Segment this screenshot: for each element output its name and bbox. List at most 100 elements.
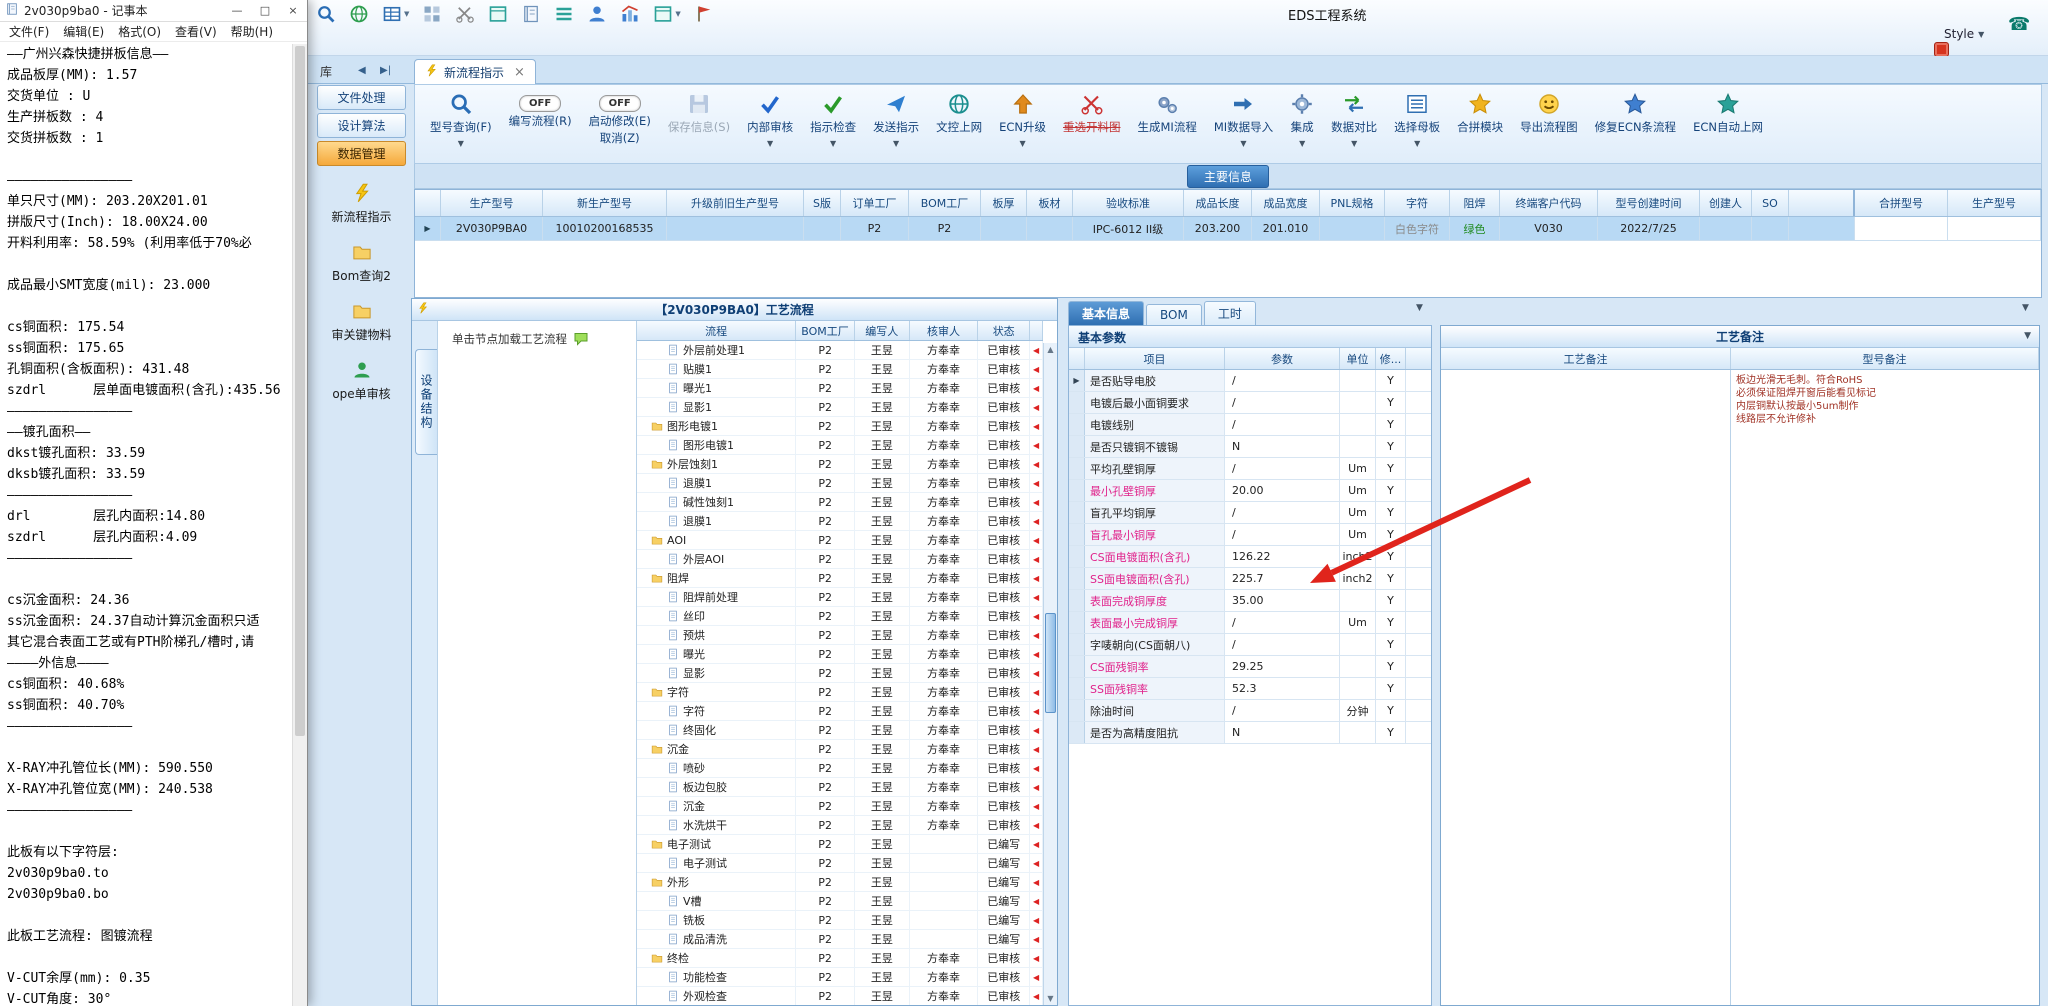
process-tree-row[interactable]: 阻焊前处理 P2 王昱 方奉幸 已审核 ◀: [637, 588, 1043, 607]
process-tree-row[interactable]: 字符 P2 王昱 方奉幸 已审核 ◀: [637, 702, 1043, 721]
dropdown-icon[interactable]: ▼: [404, 10, 409, 18]
dropdown-icon[interactable]: ▼: [767, 139, 773, 148]
board-icon[interactable]: ▼: [653, 4, 681, 24]
process-tree-row[interactable]: 电子测试 P2 王昱 已编写 ◀: [637, 854, 1043, 873]
column-header[interactable]: 核审人: [910, 321, 979, 340]
param-value[interactable]: /: [1225, 524, 1340, 545]
param-value[interactable]: /: [1225, 612, 1340, 633]
param-row[interactable]: 盲孔最小铜厚 / Um Y: [1069, 524, 1431, 546]
menu-lines-icon[interactable]: [554, 4, 574, 24]
toolbar-button[interactable]: OFF 启动修改(E) 取消(Z): [582, 89, 658, 147]
globe-icon[interactable]: [349, 4, 369, 24]
menu-item[interactable]: 帮助(H): [224, 22, 280, 41]
column-header[interactable]: 参数: [1225, 348, 1340, 369]
flag-icon[interactable]: [694, 4, 714, 24]
tab-scroll-left-icon[interactable]: ◀: [358, 65, 366, 76]
nav-button[interactable]: 文件处理: [317, 85, 406, 110]
chart-icon[interactable]: [620, 4, 640, 24]
maximize-button[interactable]: □: [251, 0, 279, 22]
toolbar-button[interactable]: 型号查询(F) ▼: [423, 89, 499, 149]
process-tree-row[interactable]: V槽 P2 王昱 已编写 ◀: [637, 892, 1043, 911]
column-header[interactable]: SO: [1752, 190, 1789, 216]
dropdown-icon[interactable]: ▼: [1019, 139, 1025, 148]
process-tree-row[interactable]: 外层AOI P2 王昱 方奉幸 已审核 ◀: [637, 550, 1043, 569]
dropdown-icon[interactable]: ▼: [893, 139, 899, 148]
dropdown-icon[interactable]: ▼: [1351, 139, 1357, 148]
toolbar-button[interactable]: 修复ECN条流程: [1588, 89, 1683, 136]
column-header[interactable]: 新生产型号: [543, 190, 667, 216]
toolbar-button[interactable]: MI数据导入 ▼: [1207, 89, 1280, 149]
dropdown-icon[interactable]: ▼: [830, 139, 836, 148]
param-value[interactable]: /: [1225, 392, 1340, 413]
toolbar-button[interactable]: ECN升级 ▼: [992, 89, 1053, 149]
process-tree-row[interactable]: 贴膜1 P2 王昱 方奉幸 已审核 ◀: [637, 360, 1043, 379]
toolbar-button[interactable]: ECN自动上网: [1686, 89, 1770, 136]
column-header[interactable]: 编写人: [855, 321, 910, 340]
user-icon[interactable]: [587, 4, 607, 24]
column-header[interactable]: 板材: [1027, 190, 1073, 216]
style-dropdown[interactable]: Style ▼: [1944, 27, 1984, 41]
tab-new-process[interactable]: 新流程指示 ×: [414, 59, 536, 84]
toolbar-button[interactable]: 选择母板 ▼: [1387, 89, 1447, 149]
column-header[interactable]: 状态: [978, 321, 1031, 340]
search-icon[interactable]: [316, 4, 336, 24]
process-tree-row[interactable]: 铣板 P2 王昱 已编写 ◀: [637, 911, 1043, 930]
param-row[interactable]: 最小孔壁铜厚 20.00 Um Y: [1069, 480, 1431, 502]
process-tree-row[interactable]: 终固化 P2 王昱 方奉幸 已审核 ◀: [637, 721, 1043, 740]
detail-tab[interactable]: BOM: [1146, 304, 1202, 325]
detail-tab[interactable]: 基本信息: [1068, 301, 1145, 325]
toolbar-button[interactable]: 发送指示 ▼: [866, 89, 926, 149]
param-row[interactable]: ▶ 是否贴导电胶 / Y: [1069, 370, 1431, 392]
column-header[interactable]: 修...: [1376, 348, 1406, 369]
scissors-icon[interactable]: [455, 4, 475, 24]
column-header[interactable]: S版: [804, 190, 841, 216]
param-value[interactable]: 20.00: [1225, 480, 1340, 501]
column-header[interactable]: 生产型号: [441, 190, 543, 216]
column-header[interactable]: 成品长度: [1184, 190, 1252, 216]
process-tree-row[interactable]: 外形 P2 王昱 已编写 ◀: [637, 873, 1043, 892]
process-tree-row[interactable]: 曝光 P2 王昱 方奉幸 已审核 ◀: [637, 645, 1043, 664]
menu-item[interactable]: 文件(F): [2, 22, 56, 41]
dropdown-icon[interactable]: ▼: [1240, 139, 1246, 148]
detail-tab[interactable]: 工时: [1203, 301, 1256, 325]
off-toggle[interactable]: OFF: [519, 95, 562, 112]
dropdown-icon[interactable]: ▼: [458, 139, 464, 148]
process-tree-row[interactable]: 退膜1 P2 王昱 方奉幸 已审核 ◀: [637, 512, 1043, 531]
process-tree-row[interactable]: 图形电镀1 P2 王昱 方奉幸 已审核 ◀: [637, 417, 1043, 436]
column-header[interactable]: 字符: [1385, 190, 1450, 216]
tree-scrollbar[interactable]: ▲ ▼: [1043, 343, 1057, 1005]
process-tree-row[interactable]: 碱性蚀刻1 P2 王昱 方奉幸 已审核 ◀: [637, 493, 1043, 512]
nav-item[interactable]: 审关键物料: [313, 301, 410, 343]
process-tree-row[interactable]: 终检 P2 王昱 方奉幸 已审核 ◀: [637, 949, 1043, 968]
toolbar-button-label2[interactable]: 取消(Z): [600, 130, 640, 146]
process-tree-row[interactable]: AOI P2 王昱 方奉幸 已审核 ◀: [637, 531, 1043, 550]
scroll-down-icon[interactable]: ▼: [1044, 992, 1057, 1005]
tab-device-structure[interactable]: 设备结构: [415, 349, 437, 455]
column-header[interactable]: 项目: [1085, 348, 1225, 369]
param-row[interactable]: 盲孔平均铜厚 / Um Y: [1069, 502, 1431, 524]
toolbar-button[interactable]: OFF 编写流程(R): [502, 89, 579, 130]
param-value[interactable]: 126.22: [1225, 546, 1340, 567]
column-header[interactable]: BOM工厂: [796, 321, 855, 340]
process-hint-area[interactable]: 单击节点加载工艺流程: [438, 321, 637, 1005]
column-header[interactable]: 板厚: [981, 190, 1027, 216]
column-header[interactable]: [415, 190, 441, 216]
process-tree-row[interactable]: 字符 P2 王昱 方奉幸 已审核 ◀: [637, 683, 1043, 702]
process-tree-row[interactable]: 外层蚀刻1 P2 王昱 方奉幸 已审核 ◀: [637, 455, 1043, 474]
toolbar-button[interactable]: 生成MI流程: [1131, 89, 1204, 136]
param-value[interactable]: /: [1225, 634, 1340, 655]
column-header[interactable]: 型号创建时间: [1598, 190, 1700, 216]
scrollbar-thumb[interactable]: [295, 46, 305, 736]
process-tree-row[interactable]: 板边包胶 P2 王昱 方奉幸 已审核 ◀: [637, 778, 1043, 797]
process-tree-row[interactable]: 喷砂 P2 王昱 方奉幸 已审核 ◀: [637, 759, 1043, 778]
menu-item[interactable]: 格式(O): [111, 22, 168, 41]
column-header[interactable]: 阻焊: [1450, 190, 1500, 216]
nav-item[interactable]: 新流程指示: [313, 183, 410, 225]
close-button[interactable]: ×: [279, 0, 307, 22]
param-row[interactable]: 平均孔壁铜厚 / Um Y: [1069, 458, 1431, 480]
process-tree-row[interactable]: 功能检查 P2 王昱 方奉幸 已审核 ◀: [637, 968, 1043, 987]
nav-button[interactable]: 设计算法: [317, 113, 406, 138]
toolbar-button[interactable]: 文控上网: [929, 89, 989, 136]
process-tree-row[interactable]: 退膜1 P2 王昱 方奉幸 已审核 ◀: [637, 474, 1043, 493]
record-icon[interactable]: [1934, 42, 1949, 57]
